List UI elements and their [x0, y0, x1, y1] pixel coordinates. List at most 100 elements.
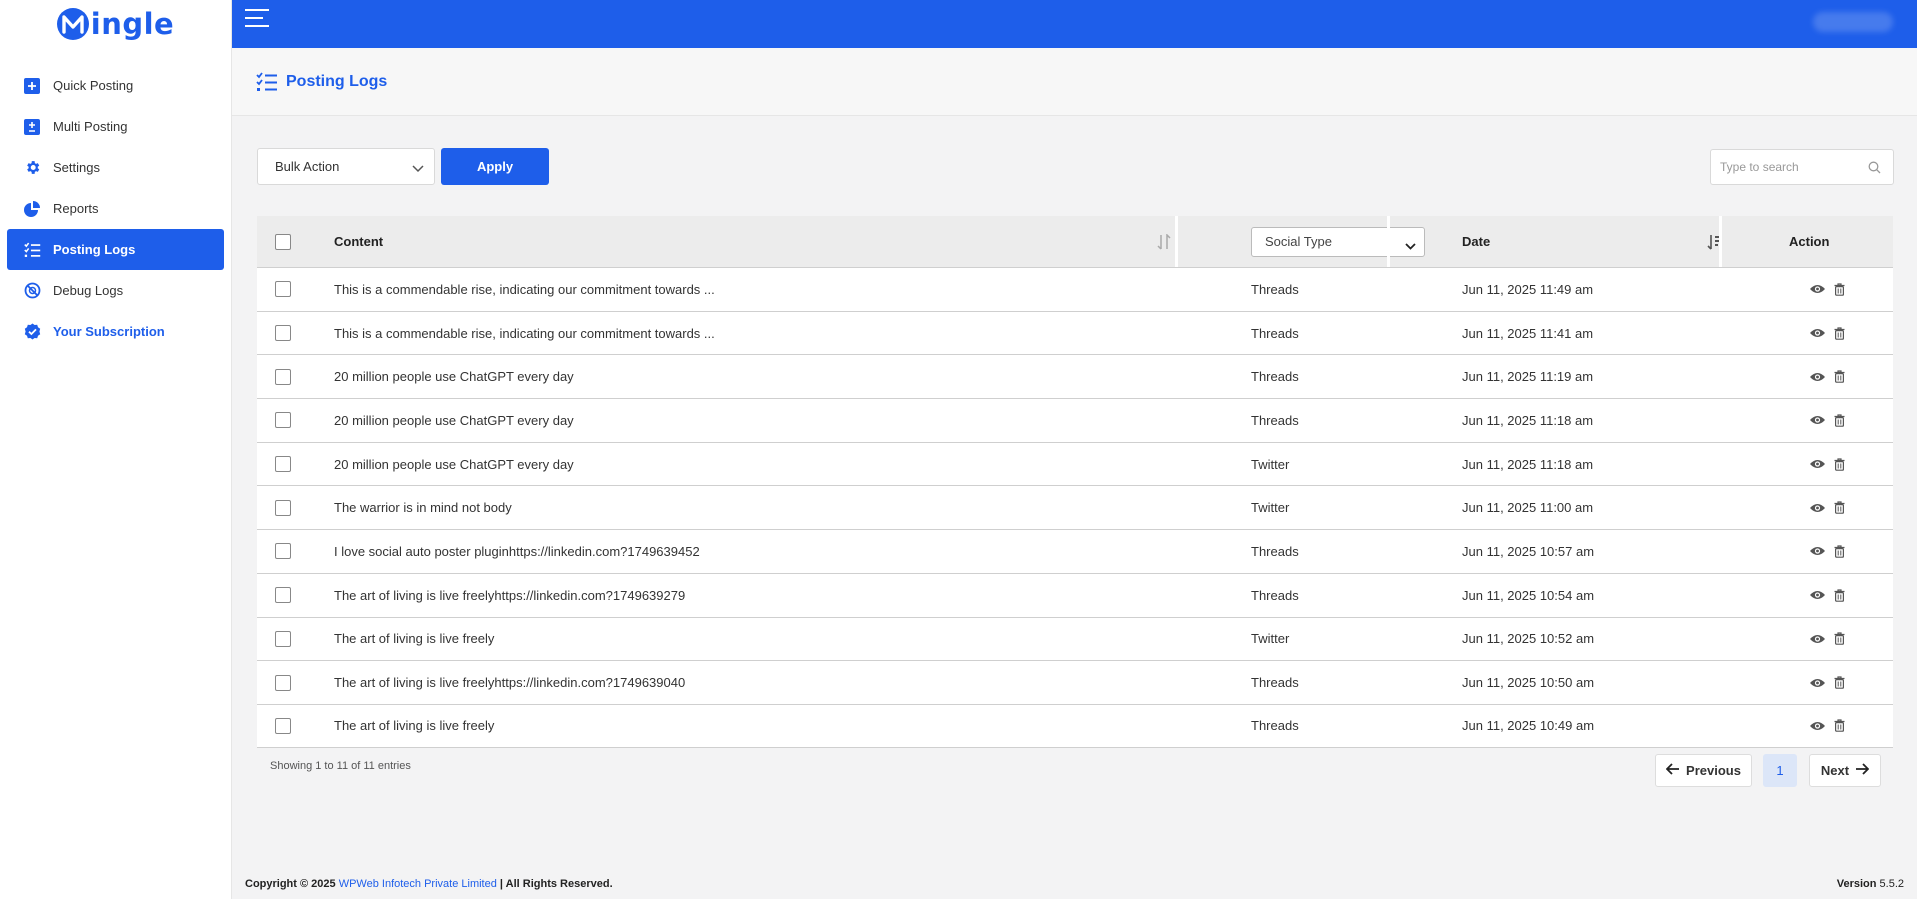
trash-icon[interactable]: [1834, 719, 1845, 733]
row-content: The warrior is in mind not body: [334, 500, 512, 516]
next-button[interactable]: Next: [1809, 754, 1881, 787]
row-social-type: Twitter: [1251, 456, 1290, 472]
row-checkbox[interactable]: [275, 499, 291, 516]
list-check-icon: [23, 241, 41, 259]
view-eye-icon[interactable]: [1809, 633, 1826, 645]
table-row: I love social auto poster pluginhttps://…: [257, 529, 1893, 573]
table-row: The art of living is live freelyhttps://…: [257, 572, 1893, 617]
sidebar-item-label: Debug Logs: [53, 283, 124, 298]
header-date: Date: [1462, 234, 1491, 249]
trash-icon[interactable]: [1834, 676, 1845, 689]
row-date: Jun 11, 2025 10:50 am: [1462, 675, 1595, 691]
row-checkbox[interactable]: [275, 587, 291, 604]
trash-icon[interactable]: [1834, 501, 1845, 515]
trash-icon[interactable]: [1834, 632, 1845, 646]
debug-icon: [23, 282, 41, 300]
row-social-type: Threads: [1251, 718, 1299, 734]
row-social-type: Threads: [1251, 543, 1299, 559]
copyright: Copyright © 2025 WPWeb Infotech Private …: [245, 878, 613, 890]
view-eye-icon[interactable]: [1809, 720, 1826, 732]
table-body: This is a commendable rise, indicating o…: [257, 267, 1893, 748]
social-type-filter[interactable]: Social Type: [1251, 226, 1425, 257]
row-checkbox[interactable]: [275, 368, 291, 385]
select-all-checkbox[interactable]: [275, 233, 291, 250]
row-date: Jun 11, 2025 10:57 am: [1462, 543, 1595, 559]
posting-logs-table: Content Social Type Date Action This is …: [257, 216, 1893, 748]
trash-icon[interactable]: [1834, 283, 1845, 296]
user-menu[interactable]: [1813, 12, 1893, 32]
row-checkbox[interactable]: [275, 543, 291, 560]
brand-logo[interactable]: ingle: [0, 0, 231, 48]
version-number: 5.5.2: [1879, 878, 1904, 890]
trash-icon[interactable]: [1834, 370, 1845, 384]
row-content: 20 million people use ChatGPT every day: [334, 456, 574, 472]
bulk-action-value: Bulk Action: [275, 159, 340, 174]
bulk-action-select[interactable]: Bulk Action: [257, 148, 435, 185]
sidebar-item-multi-posting[interactable]: Multi Posting: [7, 106, 224, 147]
previous-button[interactable]: Previous: [1655, 754, 1752, 787]
trash-icon[interactable]: [1834, 457, 1845, 471]
header-content: Content: [334, 234, 384, 249]
row-checkbox[interactable]: [275, 281, 291, 298]
apply-button[interactable]: Apply: [441, 148, 549, 185]
row-social-type: Threads: [1251, 675, 1299, 691]
row-checkbox[interactable]: [275, 456, 291, 473]
row-date: Jun 11, 2025 11:19 am: [1462, 369, 1594, 385]
sidebar-item-settings[interactable]: Settings: [7, 147, 224, 188]
sidebar-item-label: Settings: [53, 160, 100, 175]
view-eye-icon[interactable]: [1809, 371, 1826, 383]
trash-icon[interactable]: [1834, 326, 1845, 340]
sidebar-item-quick-posting[interactable]: Quick Posting: [7, 65, 224, 106]
row-checkbox[interactable]: [275, 674, 291, 691]
row-checkbox[interactable]: [275, 630, 291, 647]
table-row: The art of living is live freely Twitter J…: [257, 616, 1893, 661]
sort-icon[interactable]: [1157, 233, 1171, 253]
row-social-type: Threads: [1251, 325, 1299, 341]
table-row: 20 million people use ChatGPT every day T…: [257, 441, 1893, 486]
sidebar-item-label: Reports: [53, 201, 99, 216]
menu-toggle-icon[interactable]: [245, 9, 269, 29]
view-eye-icon[interactable]: [1809, 589, 1826, 601]
search-input[interactable]: [1711, 150, 1851, 184]
row-checkbox[interactable]: [275, 717, 291, 734]
sidebar-item-debug-logs[interactable]: Debug Logs: [7, 270, 224, 311]
sidebar-item-your-subscription[interactable]: Your Subscription: [7, 311, 224, 352]
view-eye-icon[interactable]: [1809, 458, 1826, 470]
list-check-icon: [256, 71, 278, 92]
view-eye-icon[interactable]: [1809, 327, 1826, 339]
page-number-button[interactable]: 1: [1763, 754, 1797, 787]
row-checkbox[interactable]: [275, 325, 291, 342]
row-content: The art of living is live freely: [334, 631, 495, 647]
table-row: 20 million people use ChatGPT every day T…: [257, 398, 1893, 442]
row-date: Jun 11, 2025 11:18 am: [1462, 412, 1594, 428]
sidebar-item-posting-logs[interactable]: Posting Logs: [7, 229, 224, 270]
row-date: Jun 11, 2025 10:49 am: [1462, 718, 1595, 734]
row-content: I love social auto poster pluginhttps://…: [334, 543, 700, 559]
row-checkbox[interactable]: [275, 412, 291, 429]
view-eye-icon[interactable]: [1809, 545, 1826, 557]
trash-icon[interactable]: [1834, 545, 1845, 558]
row-content: The art of living is live freely: [334, 718, 495, 734]
company-link[interactable]: WPWeb Infotech Private Limited: [339, 878, 497, 890]
sidebar-item-label: Quick Posting: [53, 78, 134, 93]
view-eye-icon[interactable]: [1809, 677, 1826, 689]
trash-icon[interactable]: [1834, 589, 1845, 602]
row-content: This is a commendable rise, indicating o…: [334, 281, 715, 297]
sidebar-item-label: Posting Logs: [53, 242, 136, 257]
row-content: The art of living is live freelyhttps://…: [334, 675, 686, 691]
view-eye-icon[interactable]: [1809, 414, 1826, 426]
row-content: 20 million people use ChatGPT every day: [334, 369, 574, 385]
table-row: 20 million people use ChatGPT every day T…: [257, 354, 1893, 399]
trash-icon[interactable]: [1834, 414, 1845, 427]
previous-label: Previous: [1686, 763, 1741, 778]
sidebar-item-reports[interactable]: Reports: [7, 188, 224, 229]
view-eye-icon[interactable]: [1809, 283, 1826, 295]
row-social-type: Threads: [1251, 587, 1299, 603]
page-header: Posting Logs: [232, 48, 1917, 116]
view-eye-icon[interactable]: [1809, 502, 1826, 514]
search-icon[interactable]: [1868, 161, 1881, 177]
table-header: Content Social Type Date Action: [257, 216, 1893, 267]
table-row: The art of living is live freelyhttps://…: [257, 660, 1893, 704]
social-type-filter-value: Social Type: [1265, 234, 1332, 249]
sidebar-nav: Quick Posting Multi Posting Settings Report…: [0, 65, 231, 352]
